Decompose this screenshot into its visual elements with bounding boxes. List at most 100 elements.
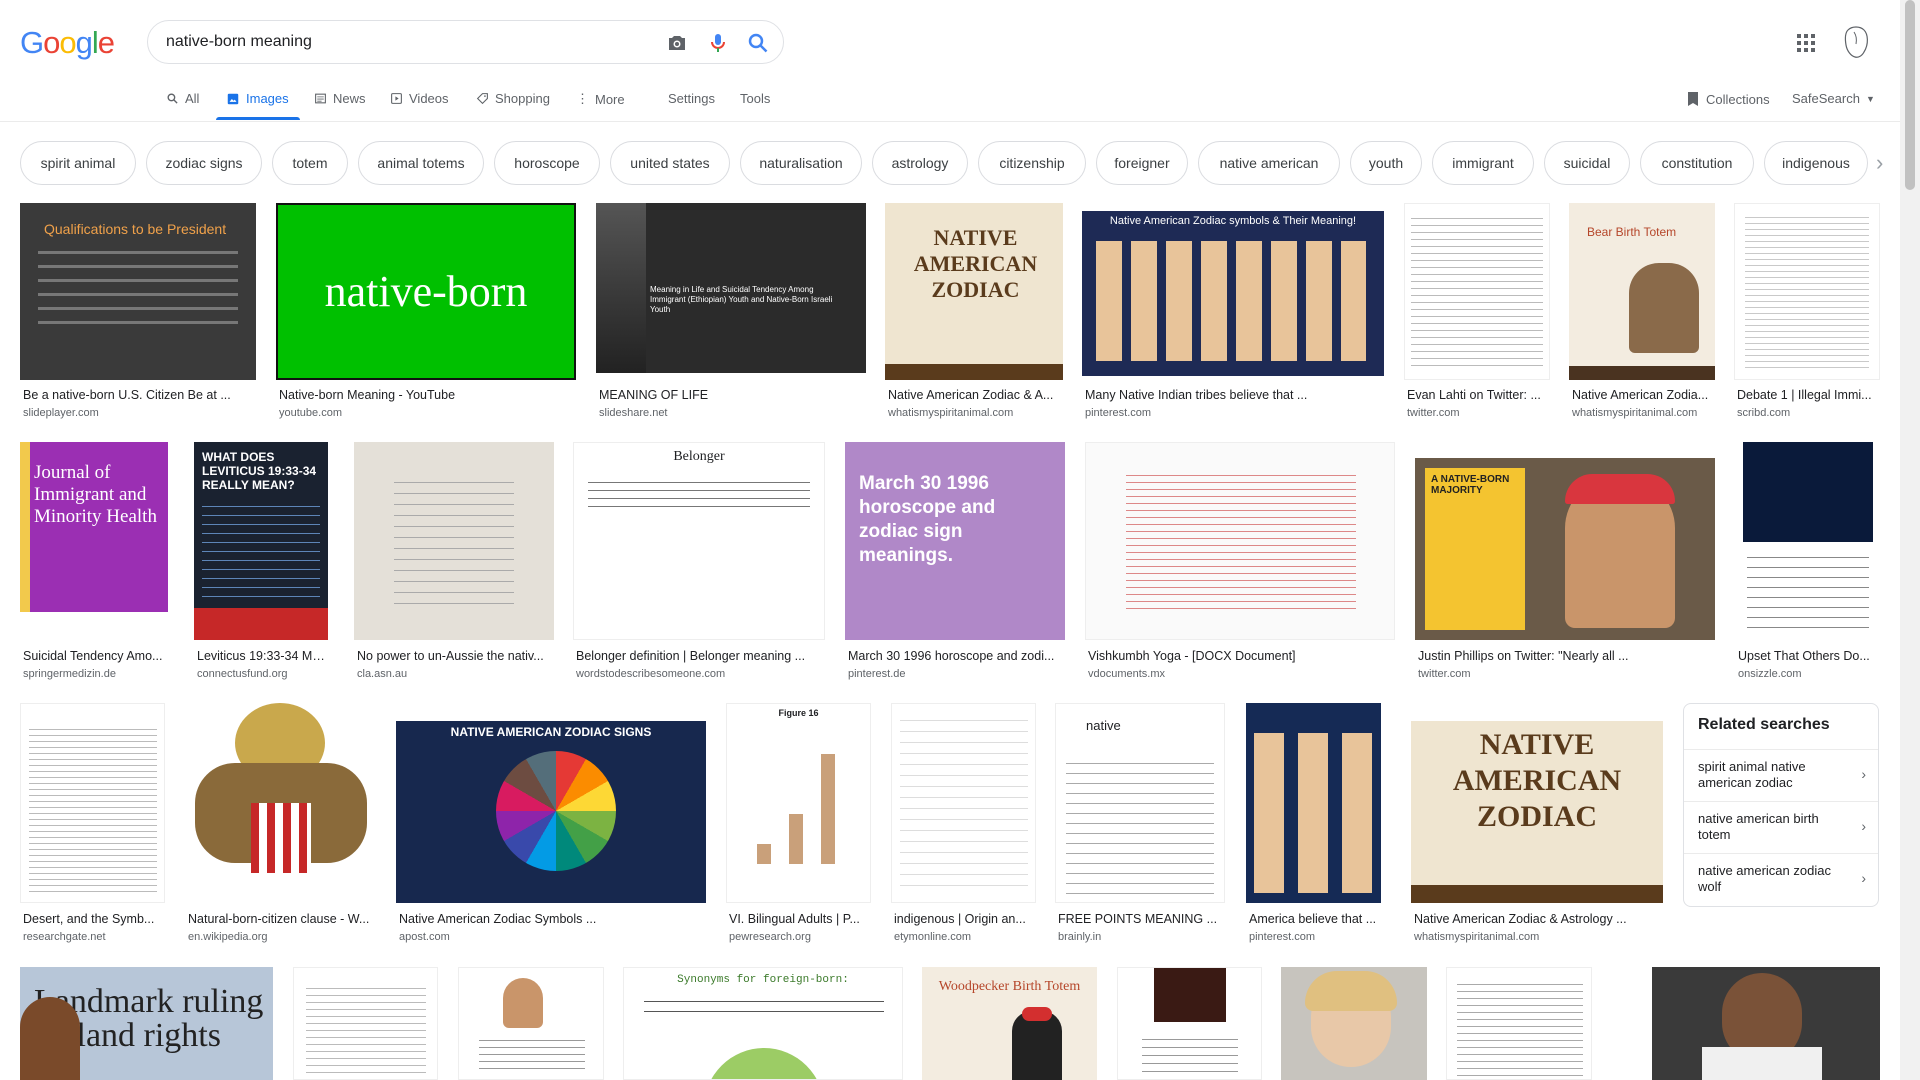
result-caption[interactable]: Native American Zodiac & A... <box>888 388 1060 402</box>
result-thumbnail[interactable]: Qualifications to be President <box>20 203 256 380</box>
safesearch-dropdown[interactable]: SafeSearch ▼ <box>1792 91 1875 106</box>
result-thumbnail[interactable] <box>1085 442 1395 640</box>
result-caption[interactable]: Native American Zodiac & Astrology ... <box>1414 912 1660 926</box>
chip-animal-totems[interactable]: animal totems <box>358 141 484 185</box>
image-result[interactable] <box>458 967 604 1080</box>
result-caption[interactable]: Vishkumbh Yoga - [DOCX Document] <box>1088 649 1392 663</box>
image-result[interactable]: Journal of Immigrant and Minority Health… <box>20 442 168 682</box>
result-thumbnail[interactable] <box>354 442 554 640</box>
chevron-right-icon[interactable]: › <box>1876 150 1883 176</box>
image-result[interactable] <box>1446 967 1592 1080</box>
result-thumbnail[interactable]: Native American Zodiac symbols & Their M… <box>1082 211 1384 376</box>
result-source[interactable]: onsizzle.com <box>1738 668 1877 680</box>
result-caption[interactable]: March 30 1996 horoscope and zodi... <box>848 649 1062 663</box>
related-search-item[interactable]: native american birth totem › <box>1684 801 1878 853</box>
result-source[interactable]: brainly.in <box>1058 931 1222 943</box>
result-source[interactable]: wordstodescribesomeone.com <box>576 668 822 680</box>
result-thumbnail[interactable]: NATIVE AMERICAN ZODIAC <box>1411 721 1663 903</box>
search-input[interactable]: native-born meaning <box>166 33 312 51</box>
image-result[interactable]: Upset That Others Do... onsizzle.com <box>1735 442 1880 682</box>
result-source[interactable]: whatismyspiritanimal.com <box>1414 931 1660 943</box>
result-source[interactable]: scribd.com <box>1737 407 1877 419</box>
image-result[interactable]: No power to un-Aussie the nativ... cla.a… <box>354 442 554 682</box>
image-result[interactable]: Meaning in Life and Suicidal Tendency Am… <box>596 203 866 419</box>
result-thumbnail[interactable] <box>185 703 377 903</box>
search-box[interactable]: native-born meaning <box>147 20 784 64</box>
result-thumbnail[interactable]: NATIVE AMERICAN ZODIAC <box>885 203 1063 380</box>
result-source[interactable]: cla.asn.au <box>357 668 551 680</box>
chip-immigrant[interactable]: immigrant <box>1432 141 1534 185</box>
related-search-item[interactable]: native american zodiac wolf › <box>1684 853 1878 905</box>
result-caption[interactable]: Belonger definition | Belonger meaning .… <box>576 649 822 663</box>
image-result[interactable]: indigenous | Origin an... etymonline.com <box>891 703 1036 947</box>
result-thumbnail[interactable] <box>1734 203 1880 380</box>
image-result[interactable]: Woodpecker Birth Totem <box>922 967 1097 1080</box>
result-caption[interactable]: MEANING OF LIFE <box>599 388 859 402</box>
result-caption[interactable]: Native American Zodia... <box>1572 388 1712 402</box>
image-result[interactable]: Landmark ruling on land rights <box>20 967 273 1080</box>
result-caption[interactable]: FREE POINTS MEANING ... <box>1058 912 1222 926</box>
tab-videos[interactable]: Videos <box>390 91 449 106</box>
tab-news[interactable]: News <box>314 91 366 106</box>
scrollbar-thumb[interactable] <box>1905 0 1915 190</box>
result-caption[interactable]: Suicidal Tendency Amo... <box>23 649 165 663</box>
result-caption[interactable]: Justin Phillips on Twitter: "Nearly all … <box>1418 649 1712 663</box>
result-source[interactable]: apost.com <box>399 931 703 943</box>
result-source[interactable]: twitter.com <box>1418 668 1712 680</box>
image-result[interactable] <box>1652 967 1880 1080</box>
tab-all[interactable]: All <box>166 91 199 106</box>
image-result[interactable]: NATIVE AMERICAN ZODIAC Native American Z… <box>1411 703 1663 947</box>
chip-united-states[interactable]: united states <box>610 141 730 185</box>
image-result[interactable]: Bear Birth Totem Native American Zodia..… <box>1569 203 1715 419</box>
result-caption[interactable]: indigenous | Origin an... <box>894 912 1033 926</box>
avatar[interactable] <box>1840 24 1872 60</box>
tab-images[interactable]: Images <box>226 91 289 106</box>
result-thumbnail[interactable] <box>1404 203 1550 380</box>
result-caption[interactable]: Evan Lahti on Twitter: ... <box>1407 388 1547 402</box>
image-result[interactable] <box>1117 967 1262 1080</box>
image-result[interactable]: WHAT DOES LEVITICUS 19:33-34 REALLY MEAN… <box>194 442 328 682</box>
result-thumbnail[interactable]: A NATIVE-BORN MAJORITY <box>1415 458 1715 640</box>
result-caption[interactable]: No power to un-Aussie the nativ... <box>357 649 551 663</box>
result-source[interactable]: pinterest.de <box>848 668 1062 680</box>
image-result[interactable]: NATIVE AMERICAN ZODIAC Native American Z… <box>885 203 1063 419</box>
google-apps-icon[interactable] <box>1796 33 1816 53</box>
result-source[interactable]: twitter.com <box>1407 407 1547 419</box>
result-thumbnail[interactable]: Bear Birth Totem <box>1569 203 1715 380</box>
camera-icon[interactable] <box>665 31 689 55</box>
tab-shopping[interactable]: Shopping <box>476 91 550 106</box>
chip-naturalisation[interactable]: naturalisation <box>740 141 862 185</box>
result-thumbnail[interactable]: native-born <box>276 203 576 380</box>
result-thumbnail[interactable] <box>1652 967 1880 1080</box>
image-result[interactable]: Natural-born-citizen clause - W... en.wi… <box>185 703 377 947</box>
image-result[interactable]: Synonyms for foreign-born: <box>623 967 903 1080</box>
chip-youth[interactable]: youth <box>1350 141 1422 185</box>
result-thumbnail[interactable] <box>1246 703 1381 903</box>
image-result[interactable]: America believe that ... pinterest.com <box>1246 703 1381 947</box>
image-result[interactable]: Evan Lahti on Twitter: ... twitter.com <box>1404 203 1550 419</box>
chip-horoscope[interactable]: horoscope <box>494 141 600 185</box>
tab-more[interactable]: ⋮ More <box>576 91 625 107</box>
result-caption[interactable]: Many Native Indian tribes believe that .… <box>1085 388 1381 402</box>
image-result[interactable]: Vishkumbh Yoga - [DOCX Document] vdocume… <box>1085 442 1395 682</box>
chip-native-american[interactable]: native american <box>1198 141 1340 185</box>
result-source[interactable]: vdocuments.mx <box>1088 668 1392 680</box>
image-result[interactable]: Desert, and the Symb... researchgate.net <box>20 703 165 947</box>
chip-foreigner[interactable]: foreigner <box>1096 141 1188 185</box>
result-source[interactable]: whatismyspiritanimal.com <box>888 407 1060 419</box>
result-source[interactable]: researchgate.net <box>23 931 162 943</box>
result-thumbnail[interactable]: Woodpecker Birth Totem <box>922 967 1097 1080</box>
result-thumbnail[interactable]: Synonyms for foreign-born: <box>623 967 903 1080</box>
result-caption[interactable]: Be a native-born U.S. Citizen Be at ... <box>23 388 253 402</box>
result-source[interactable]: youtube.com <box>279 407 569 419</box>
result-thumbnail[interactable]: Journal of Immigrant and Minority Health <box>20 442 168 640</box>
google-logo[interactable]: Google <box>20 25 115 61</box>
image-result[interactable]: Debate 1 | Illegal Immi... scribd.com <box>1734 203 1880 419</box>
tab-settings[interactable]: Settings <box>668 91 715 106</box>
related-search-item[interactable]: spirit animal native american zodiac › <box>1684 749 1878 801</box>
image-result[interactable]: Native American Zodiac symbols & Their M… <box>1082 203 1384 419</box>
chip-citizenship[interactable]: citizenship <box>978 141 1086 185</box>
result-caption[interactable]: Native American Zodiac Symbols ... <box>399 912 703 926</box>
chip-astrology[interactable]: astrology <box>872 141 968 185</box>
microphone-icon[interactable] <box>706 31 730 55</box>
